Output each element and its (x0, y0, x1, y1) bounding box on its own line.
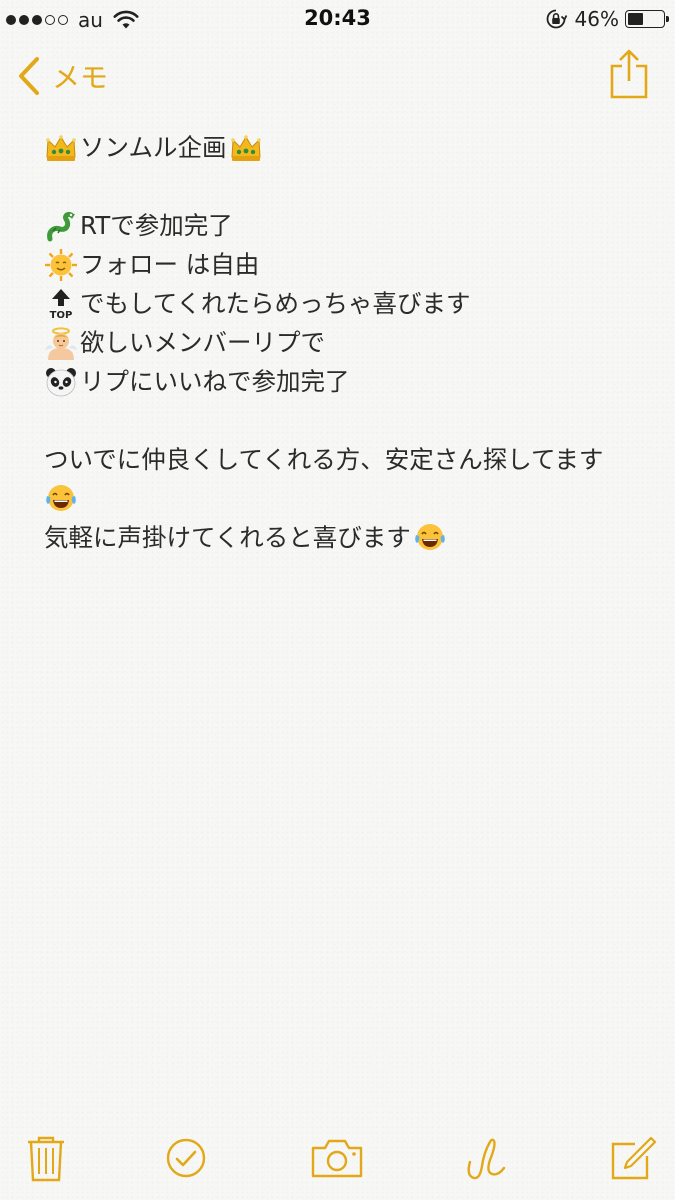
note-title: ソンムル企画 (80, 133, 227, 162)
note-item: RTで参加完了 (44, 206, 644, 245)
tears-of-joy-emoji (46, 484, 76, 511)
sketch-icon[interactable] (460, 1132, 512, 1184)
note-closing-line: ついでに仲良くしてくれる方、安定さん探してます (44, 440, 644, 479)
sun-face-emoji (45, 248, 77, 281)
camera-icon[interactable] (309, 1132, 365, 1184)
back-label: メモ (52, 61, 109, 94)
dragon-emoji (47, 211, 75, 241)
note-item: リプにいいねで参加完了 (44, 362, 644, 401)
tears-of-joy-emoji (414, 523, 445, 550)
baby-angel-emoji (45, 326, 77, 360)
back-button[interactable]: メモ (16, 56, 108, 96)
chevron-left-icon (19, 57, 39, 95)
note-closing-text: ついでに仲良くしてくれる方、安定さん探してます (44, 445, 604, 474)
note-item-text: RTで参加完了 (80, 211, 233, 240)
note-title-line: ソンムル企画 (44, 128, 644, 167)
note-item: フォロー は自由 (44, 245, 644, 284)
note-body[interactable]: ソンムル企画 RTで参加完了 フォロー は自由 TOP でもしてくれたらめっちゃ… (44, 128, 644, 557)
crown-emoji (46, 134, 76, 161)
crown-emoji (230, 134, 261, 161)
panda-emoji (46, 367, 76, 396)
note-item-text: 欲しいメンバーリプで (80, 328, 325, 357)
svg-text:TOP: TOP (50, 310, 73, 321)
note-closing-text: 気軽に声掛けてくれると喜びます (44, 523, 411, 552)
note-item-text: リプにいいねで参加完了 (80, 367, 350, 396)
note-item: 欲しいメンバーリプで (44, 323, 644, 362)
rotation-lock-icon (546, 9, 567, 29)
checklist-icon[interactable] (160, 1132, 212, 1184)
battery-percent: 46% (574, 7, 619, 31)
note-item: TOP でもしてくれたらめっちゃ喜びます (44, 284, 644, 323)
bottom-toolbar (0, 1112, 675, 1200)
note-emoji-line (44, 479, 644, 518)
nav-bar: メモ (0, 40, 675, 112)
note-item-text: フォロー は自由 (80, 250, 260, 279)
note-item-text: でもしてくれたらめっちゃ喜びます (80, 289, 471, 318)
compose-icon[interactable] (605, 1132, 657, 1184)
trash-icon[interactable] (20, 1132, 72, 1184)
battery-fill (628, 13, 643, 25)
note-closing-line: 気軽に声掛けてくれると喜びます (44, 518, 644, 557)
top-arrow-emoji: TOP (50, 288, 73, 321)
battery-icon (625, 10, 669, 28)
status-bar: au 20:43 46% (0, 0, 675, 40)
battery-nub (666, 16, 669, 22)
share-icon[interactable] (609, 48, 649, 100)
status-right: 46% (545, 7, 669, 31)
